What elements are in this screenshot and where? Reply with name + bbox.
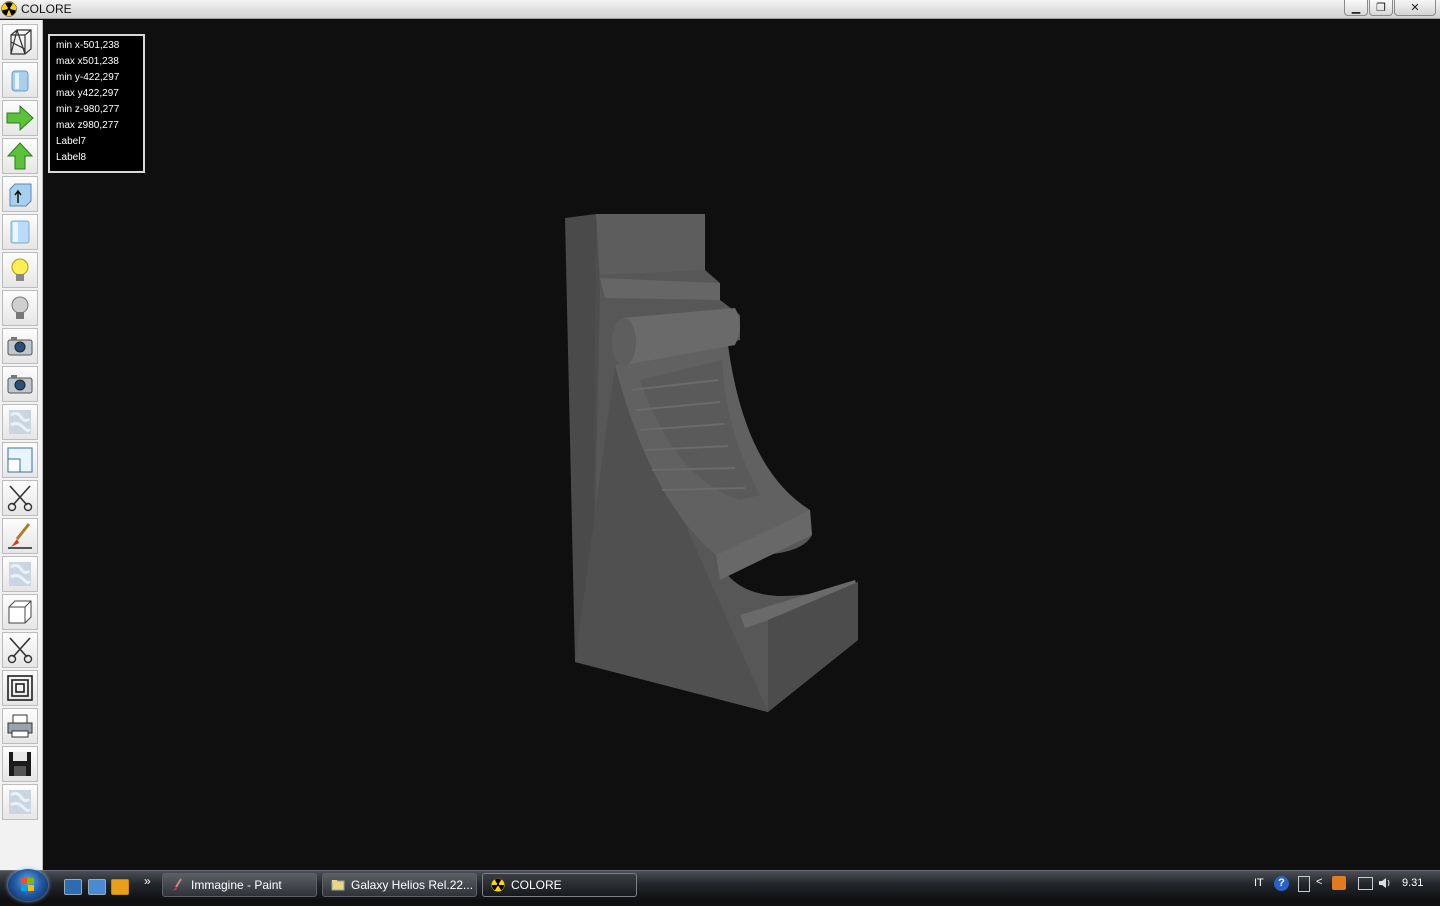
taskbar: » Immagine - Paint Galaxy Helios Rel.22.… <box>0 869 1440 901</box>
corbel-3d-model <box>565 214 858 712</box>
frame-tool-button[interactable] <box>2 670 38 706</box>
windows-logo-icon <box>21 878 34 891</box>
cube-icon <box>8 600 32 624</box>
light-off-tool-button[interactable] <box>2 290 38 326</box>
camera-2-tool-button[interactable] <box>2 366 38 402</box>
brush-icon <box>8 523 32 549</box>
camera-tool-button[interactable] <box>2 328 38 364</box>
bounds-info-panel: min x-501,238 max x501,238 min y-422,297… <box>48 34 145 173</box>
camera-2-icon <box>7 375 33 394</box>
brush-tool-button[interactable] <box>2 518 38 554</box>
texture-2-tool-button[interactable] <box>2 556 38 592</box>
cube-tool-button[interactable] <box>2 594 38 630</box>
printer-tool-button[interactable] <box>2 708 38 744</box>
clock[interactable]: 9.31 <box>1402 877 1423 889</box>
solid-view-icon <box>11 70 29 92</box>
arrow-right-icon <box>6 104 34 132</box>
wireframe-icon <box>10 29 32 55</box>
solid-view-tool-button[interactable] <box>2 62 38 98</box>
media-player-icon[interactable] <box>111 879 129 895</box>
network-icon[interactable] <box>1298 876 1310 892</box>
info-max-y: max y422,297 <box>56 88 119 99</box>
viewport-tool-button[interactable] <box>2 442 38 478</box>
info-label7: Label7 <box>56 136 87 147</box>
start-button[interactable] <box>8 869 48 901</box>
info-min-x: min x-501,238 <box>56 40 120 51</box>
info-min-z: min z-980,277 <box>56 104 120 115</box>
task-galaxy-helios[interactable]: Galaxy Helios Rel.22... <box>322 873 477 897</box>
light-on-tool-button[interactable] <box>2 252 38 288</box>
task-label: COLORE <box>511 878 562 892</box>
3d-viewport[interactable] <box>43 20 1440 870</box>
app-tray-icon[interactable] <box>1332 876 1346 890</box>
folder-icon <box>331 880 345 891</box>
switch-windows-icon[interactable] <box>88 879 106 895</box>
info-label8: Label8 <box>56 152 87 163</box>
language-indicator[interactable]: IT <box>1254 877 1264 889</box>
paint-icon <box>173 878 182 891</box>
radiation-icon <box>1 1 17 17</box>
texture-3-icon <box>9 790 31 814</box>
tool-palette <box>0 20 43 870</box>
volume-icon[interactable] <box>1378 876 1392 890</box>
frame-icon <box>7 675 33 701</box>
cylinder-icon <box>10 220 30 244</box>
minimize-button[interactable]: ▁ <box>1344 0 1368 16</box>
extrude-tool-button[interactable] <box>2 176 38 212</box>
floppy-disk-icon <box>9 752 31 776</box>
cylinder-tool-button[interactable] <box>2 214 38 250</box>
quicklaunch-more[interactable]: » <box>144 874 151 888</box>
window-title: COLORE <box>21 2 72 16</box>
texture-tool-button[interactable] <box>2 404 38 440</box>
light-on-icon <box>11 258 29 281</box>
camera-icon <box>7 337 33 356</box>
wireframe-tool-button[interactable] <box>2 24 38 60</box>
restore-button[interactable]: ❐ <box>1369 0 1393 16</box>
light-off-icon <box>11 296 29 319</box>
printer-icon <box>7 714 33 738</box>
info-max-x: max x501,238 <box>56 56 119 67</box>
task-colore[interactable]: COLORE <box>482 873 637 897</box>
help-icon[interactable]: ? <box>1274 876 1289 891</box>
arrow-up-tool-button[interactable] <box>2 138 38 174</box>
texture-3-tool-button[interactable] <box>2 784 38 820</box>
scissors-2-tool-button[interactable] <box>2 632 38 668</box>
arrow-right-tool-button[interactable] <box>2 100 38 136</box>
task-paint[interactable]: Immagine - Paint <box>162 873 317 897</box>
tray-chevron-icon[interactable]: < <box>1316 876 1322 888</box>
info-max-z: max z980,277 <box>56 120 119 131</box>
task-label: Galaxy Helios Rel.22... <box>351 878 474 892</box>
viewport-icon <box>7 447 33 473</box>
close-button[interactable]: ✕ <box>1394 0 1436 16</box>
arrow-up-icon <box>6 142 34 170</box>
info-min-y: min y-422,297 <box>56 72 120 83</box>
scissors-icon <box>7 485 33 512</box>
task-label: Immagine - Paint <box>191 878 282 892</box>
save-tool-button[interactable] <box>2 746 38 782</box>
title-bar[interactable]: COLORE ▁ ❐ ✕ <box>0 0 1440 19</box>
texture-2-icon <box>9 562 31 586</box>
security-icon[interactable] <box>1358 877 1373 890</box>
scissors-2-icon <box>7 637 33 664</box>
texture-icon <box>9 410 31 434</box>
show-desktop-icon[interactable] <box>64 879 82 895</box>
radiation-icon <box>491 878 505 892</box>
scissors-tool-button[interactable] <box>2 480 38 516</box>
extrude-icon <box>9 183 32 207</box>
